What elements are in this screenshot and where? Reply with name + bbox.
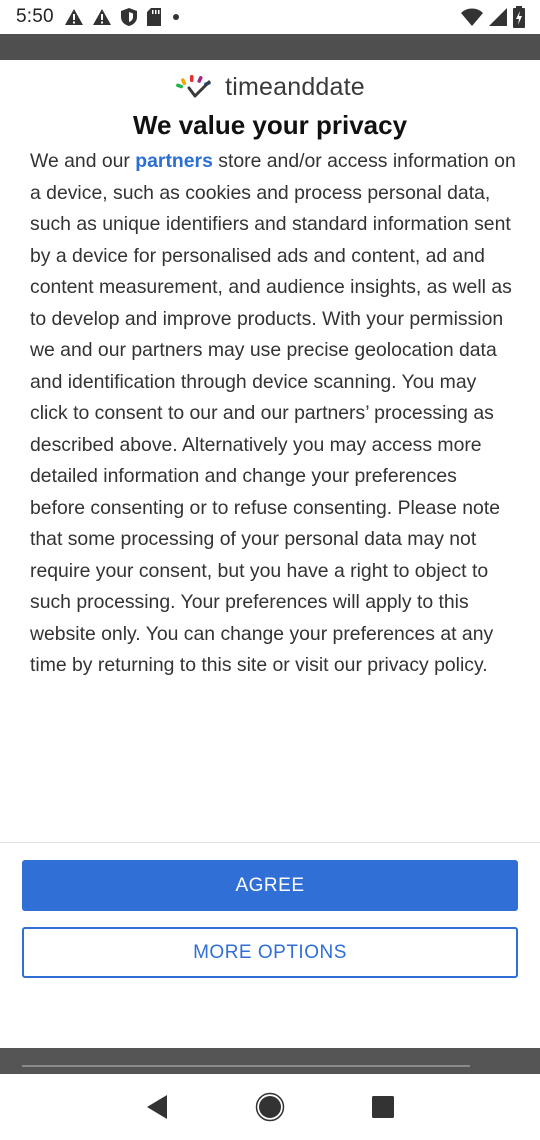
page-underlay-bottom [0, 1048, 540, 1074]
logo-text: timeanddate [225, 72, 365, 101]
status-time: 5:50 [16, 6, 54, 27]
body-text-rest: store and/or access information on a dev… [30, 150, 516, 676]
partners-link[interactable]: partners [135, 150, 213, 172]
notification-icons [64, 7, 182, 27]
system-nav-bar [0, 1074, 540, 1140]
home-button[interactable] [240, 1077, 300, 1137]
recents-button[interactable] [353, 1077, 413, 1137]
page-underlay-top [0, 34, 540, 60]
agree-button[interactable]: AGREE [22, 860, 518, 911]
sd-card-icon [146, 7, 162, 27]
status-bar: 5:50 [0, 0, 540, 34]
dialog-title: We value your privacy [132, 110, 408, 140]
dialog-divider [0, 842, 540, 843]
more-options-button[interactable]: MORE OPTIONS [22, 927, 518, 978]
logo-mark-icon [176, 75, 211, 98]
signal-icon [488, 7, 508, 27]
consent-body-text: We and our partners store and/or access … [30, 146, 516, 682]
system-icons [460, 6, 526, 28]
shield-icon [120, 7, 138, 27]
back-button[interactable] [127, 1077, 187, 1137]
privacy-consent-dialog: timeanddate We value your privacy We and… [0, 60, 540, 1048]
body-text-prefix: We and our [30, 150, 136, 172]
home-icon [255, 1092, 285, 1122]
back-icon [146, 1095, 167, 1119]
recents-icon [372, 1096, 395, 1118]
wifi-icon [460, 7, 484, 27]
warning-icon [64, 8, 84, 26]
warning-icon [92, 8, 112, 26]
timeanddate-logo: timeanddate [0, 72, 540, 102]
dot-icon [170, 11, 182, 23]
underlay-divider [22, 1065, 470, 1067]
battery-icon [512, 6, 526, 28]
